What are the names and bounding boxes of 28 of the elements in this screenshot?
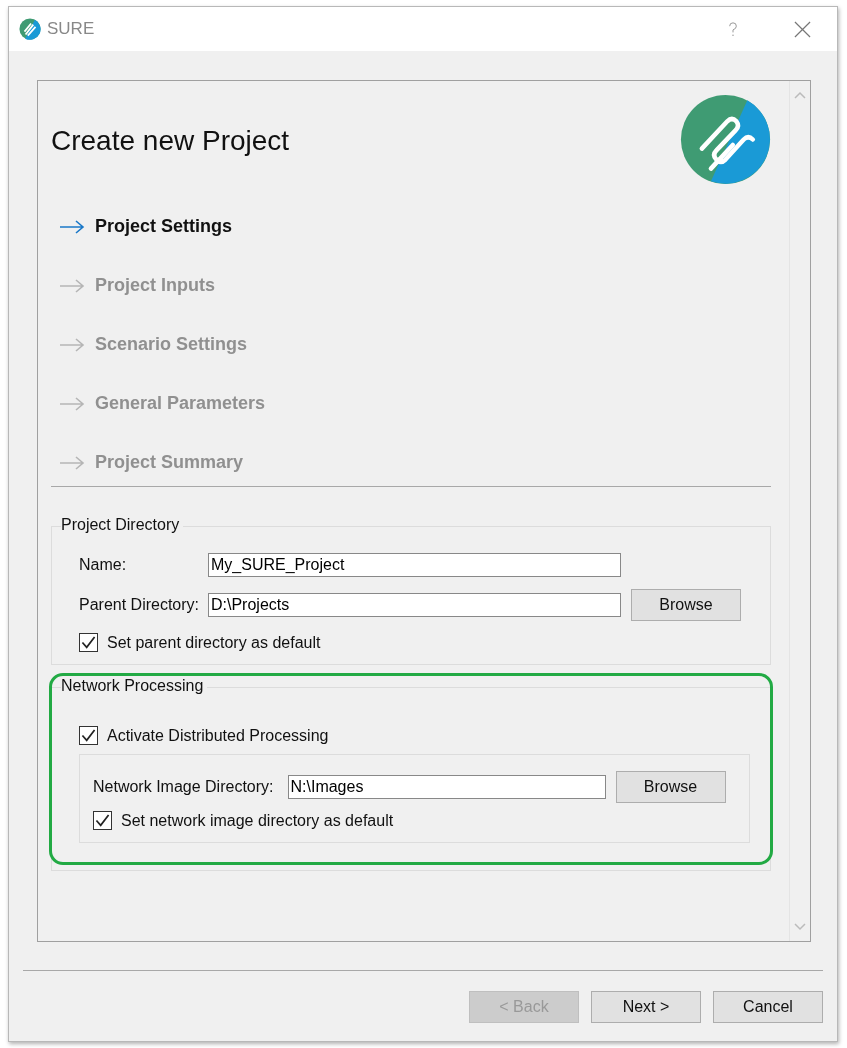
browse-button[interactable]: Browse (615, 771, 726, 803)
wizard-step: Project Summary (95, 452, 244, 473)
group-title: Network Processing (61, 677, 208, 695)
name-field[interactable]: My_SURE_Project (208, 553, 621, 577)
wizard-button[interactable]: Next > (591, 991, 701, 1023)
network-directory-field[interactable]: N:\Images (287, 775, 606, 799)
page-title: Create new Project (51, 125, 290, 157)
close-icon[interactable] (794, 20, 811, 38)
checkbox-label: Set parent directory as default (107, 633, 321, 652)
parent-directory-field[interactable]: D:\Projects (208, 593, 621, 617)
group-title: Project Directory (61, 516, 184, 534)
checkbox-label: Activate Distributed Processing (107, 726, 329, 745)
checkbox[interactable] (79, 633, 98, 652)
field-label: Parent Directory: (79, 596, 201, 614)
wizard-step: General Parameters (95, 393, 266, 414)
wizard-button[interactable]: Cancel (713, 991, 823, 1023)
field-label: Name: (79, 556, 128, 574)
window-title: SURE (47, 19, 95, 39)
wizard-step: Project Settings (95, 216, 233, 237)
app-logo-icon (19, 18, 41, 40)
field-label: Network Image Directory: (93, 778, 274, 796)
browse-button[interactable]: Browse (631, 589, 741, 621)
wizard-step: Scenario Settings (95, 334, 248, 355)
checkbox[interactable] (93, 811, 112, 830)
wizard-step: Project Inputs (95, 275, 215, 296)
checkbox[interactable] (79, 726, 98, 745)
checkbox-label: Set network image directory as default (121, 811, 394, 830)
app-logo-icon (680, 94, 771, 185)
